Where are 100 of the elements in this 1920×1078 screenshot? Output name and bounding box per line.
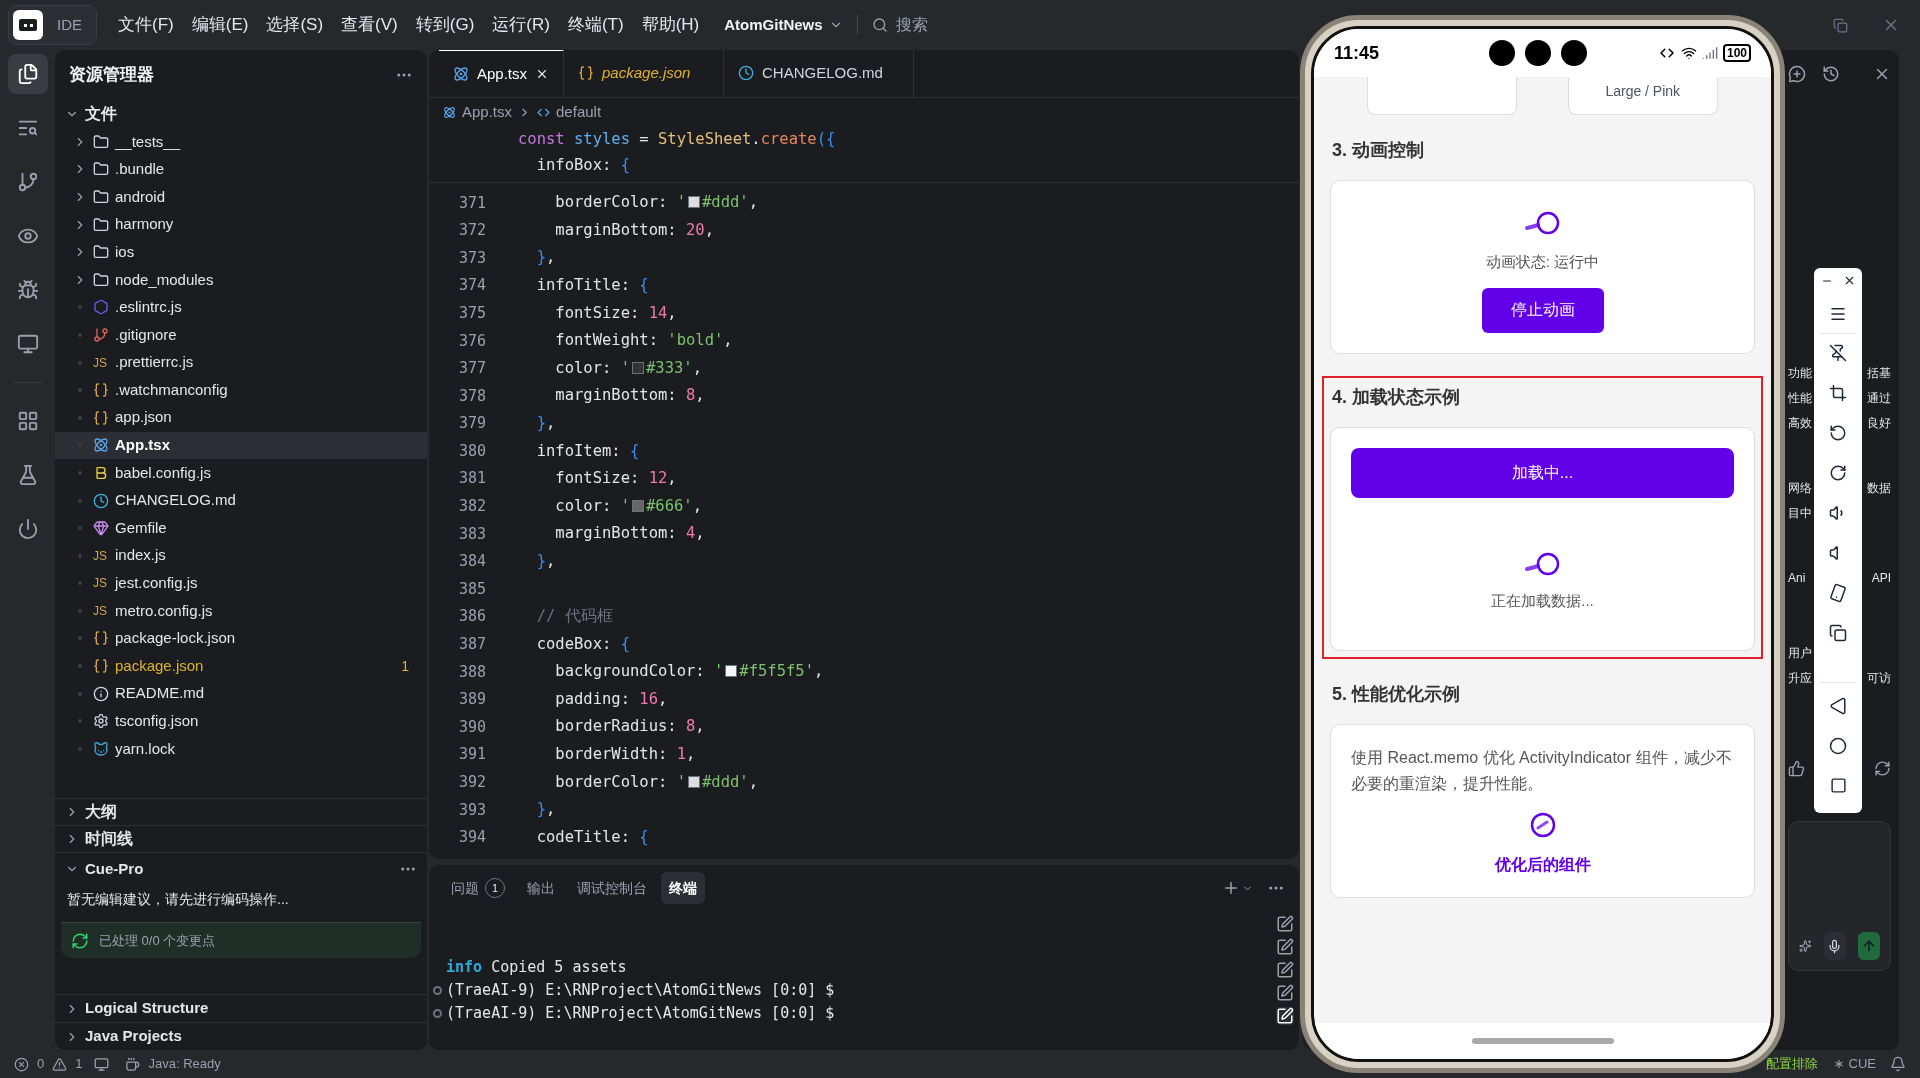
file-item[interactable]: node_modules bbox=[55, 265, 427, 294]
refresh-icon[interactable] bbox=[1874, 760, 1891, 777]
sparkle-icon[interactable] bbox=[1799, 938, 1812, 954]
product-switcher[interactable]: IDE bbox=[8, 5, 97, 45]
chat-text-fragment: 用户 bbox=[1788, 644, 1812, 662]
file-item[interactable]: ios bbox=[55, 238, 427, 266]
edit-icon[interactable] bbox=[1276, 915, 1294, 934]
section-header[interactable]: Logical Structure bbox=[55, 994, 427, 1022]
cue-status[interactable]: CUE bbox=[1848, 1054, 1876, 1074]
section-header[interactable]: Java Projects bbox=[55, 1022, 427, 1050]
line-number: 379 bbox=[457, 413, 486, 435]
bold-letter-icon bbox=[93, 464, 109, 481]
file-item[interactable]: .watchmanconfig bbox=[55, 376, 427, 404]
file-item[interactable]: JS .prettierrc.js bbox=[55, 348, 427, 377]
file-item[interactable]: yarn.lock bbox=[55, 735, 427, 763]
file-item[interactable]: babel.config.js bbox=[55, 459, 427, 487]
camera-icon bbox=[1525, 40, 1552, 66]
menu-icon[interactable] bbox=[1829, 305, 1847, 323]
new-chat-icon[interactable] bbox=[1788, 65, 1806, 83]
exclude-status[interactable]: 配置排除 bbox=[1765, 1054, 1818, 1074]
thumbs-up-icon[interactable] bbox=[1788, 760, 1805, 777]
menu-item[interactable]: 运行(R) bbox=[483, 12, 559, 38]
menu-item[interactable]: 终端(T) bbox=[558, 12, 633, 38]
file-item[interactable]: package.json 1 bbox=[55, 652, 427, 680]
line-number: 384 bbox=[457, 551, 486, 573]
chat-input[interactable] bbox=[1788, 821, 1891, 971]
error-count[interactable]: 0 bbox=[37, 1054, 45, 1074]
chat-text-fragment: 通过 bbox=[1867, 389, 1891, 407]
file-item[interactable]: harmony bbox=[55, 210, 427, 239]
panel-tab[interactable]: 问题 1 bbox=[443, 872, 513, 905]
section-header[interactable]: Cue-Pro bbox=[65, 857, 144, 881]
file-item[interactable]: CHANGELOG.md bbox=[55, 486, 427, 515]
file-item[interactable]: JS jest.config.js bbox=[55, 569, 427, 598]
panel-tab[interactable]: 终端 bbox=[661, 872, 705, 905]
file-item[interactable]: JS metro.config.js bbox=[55, 597, 427, 625]
warning-icon[interactable] bbox=[52, 1056, 68, 1072]
rotate-right-icon[interactable] bbox=[1829, 464, 1847, 482]
home-icon[interactable] bbox=[1829, 737, 1847, 755]
file-item[interactable]: Gemfile bbox=[55, 514, 427, 542]
edit-icon[interactable] bbox=[1276, 1007, 1294, 1026]
panel-tab[interactable]: 输出 bbox=[519, 872, 563, 905]
crop-icon[interactable] bbox=[1829, 384, 1847, 402]
menu-item[interactable]: 编辑(E) bbox=[182, 12, 258, 38]
breadcrumb-item[interactable]: default bbox=[556, 100, 602, 124]
mic-button[interactable] bbox=[1823, 932, 1846, 960]
file-item[interactable]: App.tsx bbox=[55, 431, 427, 460]
project-dropdown[interactable]: AtomGitNews bbox=[724, 13, 843, 37]
line-number: 388 bbox=[457, 661, 486, 683]
file-item[interactable]: package-lock.json bbox=[55, 624, 427, 653]
error-icon[interactable] bbox=[14, 1056, 29, 1072]
menu-item[interactable]: 文件(F) bbox=[109, 12, 183, 38]
file-item[interactable]: app.json bbox=[55, 403, 427, 432]
recents-icon[interactable] bbox=[1829, 777, 1847, 794]
panel-tab[interactable]: 调试控制台 bbox=[569, 872, 655, 905]
tree-item[interactable]: 文件 bbox=[55, 100, 427, 128]
loading-button[interactable]: 加载中... bbox=[1351, 447, 1734, 498]
monitor-icon[interactable] bbox=[94, 1056, 110, 1072]
edit-icon[interactable] bbox=[1276, 961, 1294, 980]
edit-icon[interactable] bbox=[1276, 938, 1294, 957]
option-card[interactable]: Large / Pink bbox=[1567, 77, 1718, 115]
section-header[interactable]: 大纲 bbox=[55, 798, 427, 825]
code-line: backgroundColor: ' #f5f5f5', bbox=[554, 661, 824, 683]
history-icon[interactable] bbox=[1822, 65, 1840, 83]
folder-icon bbox=[93, 244, 109, 261]
edit-icon[interactable] bbox=[1276, 984, 1294, 1003]
menu-item[interactable]: 帮助(H) bbox=[632, 12, 709, 38]
file-item[interactable]: .eslintrc.js bbox=[55, 293, 427, 322]
bell-icon[interactable] bbox=[1890, 1056, 1906, 1072]
file-item[interactable]: .gitignore bbox=[55, 321, 427, 349]
rotate-left-icon[interactable] bbox=[1829, 424, 1847, 442]
line-number: 377 bbox=[457, 358, 486, 380]
restore-icon[interactable] bbox=[1833, 17, 1848, 33]
file-item[interactable]: android bbox=[55, 183, 427, 211]
back-icon[interactable] bbox=[1829, 697, 1847, 715]
editor-tab[interactable]: App.tsx bbox=[439, 50, 565, 97]
section-header[interactable]: 时间线 bbox=[55, 825, 427, 852]
file-item[interactable]: __tests__ bbox=[55, 128, 427, 156]
chat-text-fragment: 良好 bbox=[1867, 414, 1891, 432]
file-item[interactable]: .bundle bbox=[55, 155, 427, 184]
breadcrumb-item[interactable]: App.tsx bbox=[462, 100, 513, 124]
pin-off-icon[interactable] bbox=[1829, 344, 1847, 362]
js-icon: JS bbox=[93, 574, 109, 593]
file-item[interactable]: README.md bbox=[55, 679, 427, 708]
file-item[interactable]: tsconfig.json bbox=[55, 707, 427, 736]
java-status[interactable]: Java: Ready bbox=[148, 1054, 221, 1074]
atom-icon bbox=[443, 105, 456, 119]
caption-text: 优化后的组件 bbox=[1494, 855, 1591, 875]
stop-button[interactable]: 停止动画 bbox=[1481, 287, 1604, 333]
editor-tab[interactable]: CHANGELOG.md bbox=[724, 50, 915, 97]
braces-icon bbox=[93, 630, 109, 647]
section-title: 5. 性能优化示例 bbox=[1332, 683, 1461, 706]
devices-icon[interactable] bbox=[1829, 624, 1847, 642]
file-item[interactable]: JS index.js bbox=[55, 541, 427, 570]
menu-item[interactable]: 选择(S) bbox=[257, 12, 333, 38]
menu-item[interactable]: 转到(G) bbox=[406, 12, 484, 38]
menu-item[interactable]: 查看(V) bbox=[332, 12, 407, 38]
search-field[interactable]: 搜索 bbox=[895, 13, 1096, 37]
warning-count[interactable]: 1 bbox=[75, 1054, 83, 1074]
activity-button[interactable] bbox=[7, 54, 48, 94]
editor-tab[interactable]: package.json bbox=[564, 50, 725, 97]
